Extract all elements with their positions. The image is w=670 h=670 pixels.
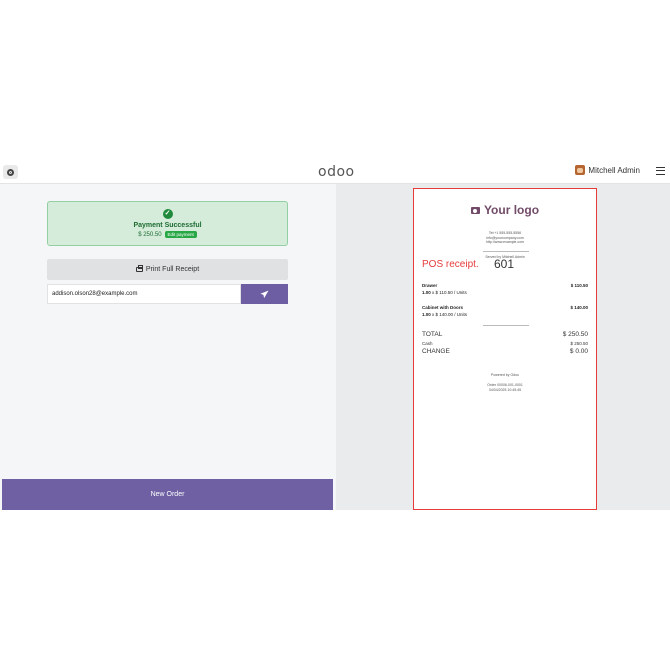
line-unit-price: x $ 140.00 / Units bbox=[432, 312, 468, 317]
email-receipt-row: addison.olson28@example.com bbox=[47, 284, 288, 304]
change-label: CHANGE bbox=[422, 348, 450, 355]
menu-toggle-button[interactable] bbox=[3, 165, 18, 179]
user-menu[interactable]: Mitchell Admin bbox=[575, 165, 640, 175]
company-website: http://www.example.com bbox=[486, 240, 524, 245]
line-qty: 1.00 bbox=[422, 290, 431, 295]
pos-screen: odoo Mitchell Admin ✓ Payment Successful… bbox=[0, 160, 670, 510]
receipt-logo-text: Your logo bbox=[483, 203, 540, 217]
payment-amount: $ 250.50 bbox=[138, 231, 162, 238]
line-quantity: 1.00 x $ 140.00 / Units bbox=[422, 312, 588, 317]
paper-plane-icon bbox=[260, 289, 269, 298]
new-order-button[interactable]: New Order bbox=[2, 479, 333, 510]
cash-label: Cash bbox=[422, 341, 433, 346]
receipt-divider bbox=[483, 251, 529, 252]
powered-by: Powered by Odoo bbox=[490, 373, 520, 377]
receipt-logo: Your logo bbox=[414, 203, 596, 217]
line-product-name: Drawer bbox=[422, 283, 438, 288]
total-value: $ 250.50 bbox=[562, 331, 588, 338]
receipt-label: POS receipt. bbox=[422, 259, 479, 270]
receipt-line: Drawer $ 110.50 1.00 x $ 110.50 / Units bbox=[422, 283, 588, 295]
top-navbar: odoo Mitchell Admin bbox=[0, 160, 670, 184]
change-row: CHANGE $ 0.00 bbox=[422, 348, 588, 355]
user-name: Mitchell Admin bbox=[588, 165, 640, 175]
payment-amount-row: $ 250.50 Edit payment bbox=[48, 231, 287, 238]
order-info: Order 00006-001-0001 04/04/2025 10:45:45 bbox=[414, 383, 596, 392]
check-circle-icon: ✓ bbox=[162, 209, 173, 219]
receipt-line: Cabinet with Doors $ 140.00 1.00 x $ 140… bbox=[422, 305, 588, 317]
send-email-button[interactable] bbox=[241, 284, 288, 304]
line-unit-price: x $ 110.50 / Units bbox=[432, 290, 467, 295]
line-quantity: 1.00 x $ 110.50 / Units bbox=[422, 290, 588, 295]
email-field[interactable]: addison.olson28@example.com bbox=[47, 284, 241, 304]
payment-panel: ✓ Payment Successful $ 250.50 Edit payme… bbox=[0, 184, 336, 510]
line-price: $ 110.50 bbox=[570, 283, 588, 288]
receipt-number: 601 bbox=[494, 257, 515, 271]
cash-row: Cash $ 250.50 bbox=[422, 341, 588, 346]
edit-payment-button[interactable]: Edit payment bbox=[164, 231, 197, 238]
odoo-logo: odoo bbox=[318, 164, 355, 180]
avatar bbox=[575, 165, 586, 175]
line-price: $ 140.00 bbox=[570, 305, 588, 310]
company-contact: Tel:+1 555-555-5556 info@yourcompany.com… bbox=[414, 231, 596, 245]
payment-success-box: ✓ Payment Successful $ 250.50 Edit payme… bbox=[47, 201, 288, 246]
line-qty: 1.00 bbox=[422, 312, 431, 317]
payment-title: Payment Successful bbox=[133, 222, 202, 229]
print-receipt-button[interactable]: Print Full Receipt bbox=[47, 259, 288, 280]
gear-icon bbox=[7, 168, 14, 176]
pos-receipt: Your logo Tel:+1 555-555-5556 info@yourc… bbox=[413, 188, 597, 510]
hamburger-menu-icon[interactable] bbox=[656, 167, 665, 175]
order-date: 04/04/2025 10:45:45 bbox=[488, 387, 522, 392]
cash-value: $ 250.50 bbox=[570, 341, 588, 346]
printer-icon bbox=[135, 265, 143, 272]
camera-icon bbox=[470, 207, 480, 215]
line-product-name: Cabinet with Doors bbox=[422, 305, 464, 310]
total-row: TOTAL $ 250.50 bbox=[422, 331, 588, 338]
print-receipt-label: Print Full Receipt bbox=[145, 266, 200, 273]
receipt-preview-panel: Your logo Tel:+1 555-555-5556 info@yourc… bbox=[336, 184, 670, 510]
change-value: $ 0.00 bbox=[569, 348, 588, 355]
total-label: TOTAL bbox=[422, 331, 443, 338]
receipt-divider bbox=[483, 325, 529, 326]
